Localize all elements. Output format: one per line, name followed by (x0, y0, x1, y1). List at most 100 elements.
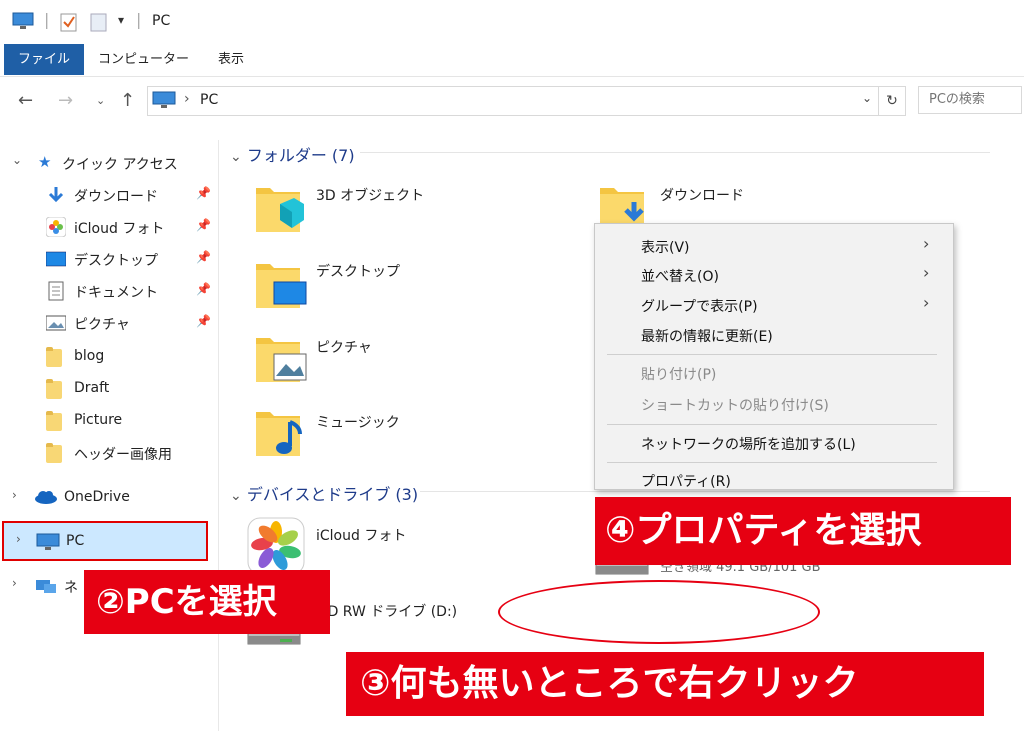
computer-icon (12, 12, 34, 34)
tab-file[interactable]: ファイル (4, 44, 85, 75)
computer-icon (152, 91, 176, 113)
menu-item-paste-shortcut: ショートカットの貼り付け(S) (641, 398, 829, 414)
devices-group-header[interactable]: ⌄ デバイスとドライブ (3) (230, 481, 418, 505)
group-title: フォルダー (7) (246, 146, 355, 165)
sidebar-item-label: Picture (74, 412, 123, 428)
folder-icon (46, 411, 66, 431)
menu-item-refresh[interactable]: 最新の情報に更新(E) (641, 326, 773, 346)
sidebar-item-label: クイック アクセス (62, 157, 178, 173)
refresh-icon[interactable]: ↻ (878, 86, 906, 116)
sidebar-item-label: ピクチャ (74, 317, 130, 333)
menu-separator (607, 354, 937, 355)
star-icon: ★ (38, 153, 52, 171)
folder-label: 3D オブジェクト (316, 188, 425, 204)
folder-label: ピクチャ (316, 340, 372, 356)
computer-icon (36, 533, 60, 555)
sidebar-item-onedrive[interactable]: › OneDrive (0, 483, 216, 513)
sidebar-item-label: PC (66, 533, 85, 549)
divider: | (44, 10, 50, 29)
folder-pictures-icon[interactable] (254, 330, 307, 382)
sidebar-item-label: iCloud フォト (74, 221, 165, 237)
device-label: iCloud フォト (316, 528, 407, 544)
folder-icon (46, 347, 66, 367)
folder-3d-objects-icon[interactable] (254, 180, 304, 232)
chevron-right-icon: › (923, 293, 930, 312)
search-input[interactable] (918, 86, 1022, 114)
sidebar-item-blog[interactable]: blog (0, 342, 216, 372)
sidebar-item-quick-access[interactable]: ⌄ ★ クイック アクセス (0, 148, 216, 178)
back-arrow-icon[interactable]: ← (18, 90, 33, 111)
sidebar-item-label: ダウンロード (74, 189, 158, 205)
forward-arrow-icon[interactable]: → (58, 90, 73, 111)
navigation-pane: ⌄ ★ クイック アクセス ダウンロード 📌 iCloud フォト 📌 デスクト… (0, 140, 219, 731)
context-menu: 表示(V) › 並べ替え(O) › グループで表示(P) › 最新の情報に更新(… (594, 223, 954, 490)
folder-desktop-icon[interactable] (254, 256, 307, 308)
menu-item-sort[interactable]: 並べ替え(O) (641, 266, 719, 286)
sidebar-item-documents[interactable]: ドキュメント 📌 (0, 276, 216, 306)
pin-icon[interactable]: 📌 (196, 186, 211, 200)
recent-locations-icon[interactable]: ⌄ (96, 94, 105, 107)
title-bar: | ▾ | PC (0, 0, 1024, 44)
sidebar-item-label: ネ (64, 580, 78, 596)
menu-item-properties[interactable]: プロパティ(R) (641, 471, 731, 489)
chevron-right-icon[interactable]: › (12, 576, 17, 590)
chevron-right-icon[interactable]: › (12, 488, 17, 502)
pin-icon[interactable]: 📌 (196, 218, 211, 232)
tab-computer[interactable]: コンピューター (84, 44, 203, 75)
new-folder-icon[interactable] (90, 12, 108, 36)
sidebar-item-picture[interactable]: Picture (0, 406, 216, 436)
right-click-area-highlight (498, 580, 820, 644)
divider: | (136, 10, 142, 29)
sidebar-item-header-images[interactable]: ヘッダー画像用 (0, 438, 216, 468)
chevron-down-icon[interactable]: ⌄ (230, 149, 242, 165)
chevron-right-icon: › (923, 263, 930, 282)
up-arrow-icon[interactable]: ↑ (120, 90, 135, 111)
sidebar-item-desktop[interactable]: デスクトップ 📌 (0, 244, 216, 274)
folder-label: ダウンロード (660, 188, 744, 204)
properties-icon[interactable] (60, 12, 78, 36)
chevron-down-icon[interactable]: ⌄ (12, 153, 22, 167)
folder-label: デスクトップ (316, 264, 400, 280)
folders-group-header[interactable]: ⌄ フォルダー (7) (230, 142, 355, 166)
pin-icon[interactable]: 📌 (196, 250, 211, 264)
folder-label: ミュージック (316, 415, 400, 431)
chevron-down-icon[interactable]: ⌄ (862, 91, 872, 105)
window-title: PC (152, 13, 171, 29)
desktop-icon (45, 249, 67, 269)
quick-access-dropdown-icon[interactable]: ▾ (118, 13, 124, 27)
sidebar-item-label: blog (74, 348, 105, 364)
menu-item-paste: 貼り付け(P) (641, 367, 717, 383)
divider (420, 491, 990, 492)
chevron-down-icon[interactable]: ⌄ (230, 488, 242, 504)
menu-item-add-network-location[interactable]: ネットワークの場所を追加する(L) (641, 434, 856, 454)
device-label: VD RW ドライブ (D:) (318, 604, 458, 620)
document-icon (46, 281, 66, 301)
tab-view[interactable]: 表示 (204, 44, 258, 75)
annotation-step4: ④プロパティを選択 (595, 497, 1011, 565)
divider (360, 152, 990, 153)
sidebar-item-draft[interactable]: Draft (0, 374, 216, 404)
pin-icon[interactable]: 📌 (196, 314, 211, 328)
icloud-photos-drive-icon[interactable] (246, 516, 306, 576)
chevron-right-icon[interactable]: › (16, 532, 21, 546)
menu-separator (607, 462, 937, 463)
address-bar[interactable]: › PC ⌄ (147, 86, 879, 116)
sidebar-item-pc[interactable]: › PC (2, 521, 208, 561)
sidebar-item-label: ドキュメント (74, 285, 158, 301)
menu-item-view[interactable]: 表示(V) (641, 237, 690, 257)
breadcrumb-chevron-icon[interactable]: › (184, 91, 190, 107)
sidebar-item-label: ヘッダー画像用 (74, 447, 172, 463)
sidebar-item-downloads[interactable]: ダウンロード 📌 (0, 180, 216, 210)
pin-icon[interactable]: 📌 (196, 282, 211, 296)
navigation-bar: ← → ⌄ ↑ › PC ⌄ ↻ (0, 80, 1024, 120)
sidebar-item-pictures[interactable]: ピクチャ 📌 (0, 308, 216, 338)
annotation-step2: ②PCを選択 (84, 570, 330, 634)
folder-icon (46, 443, 66, 463)
annotation-step3: ③何も無いところで右クリック (346, 652, 984, 716)
folder-music-icon[interactable] (254, 404, 304, 456)
sidebar-item-label: OneDrive (64, 489, 130, 505)
breadcrumb[interactable]: PC (200, 92, 218, 108)
sidebar-item-icloud-photos[interactable]: iCloud フォト 📌 (0, 212, 216, 242)
photos-icon (45, 216, 67, 238)
menu-item-group-by[interactable]: グループで表示(P) (641, 296, 758, 316)
